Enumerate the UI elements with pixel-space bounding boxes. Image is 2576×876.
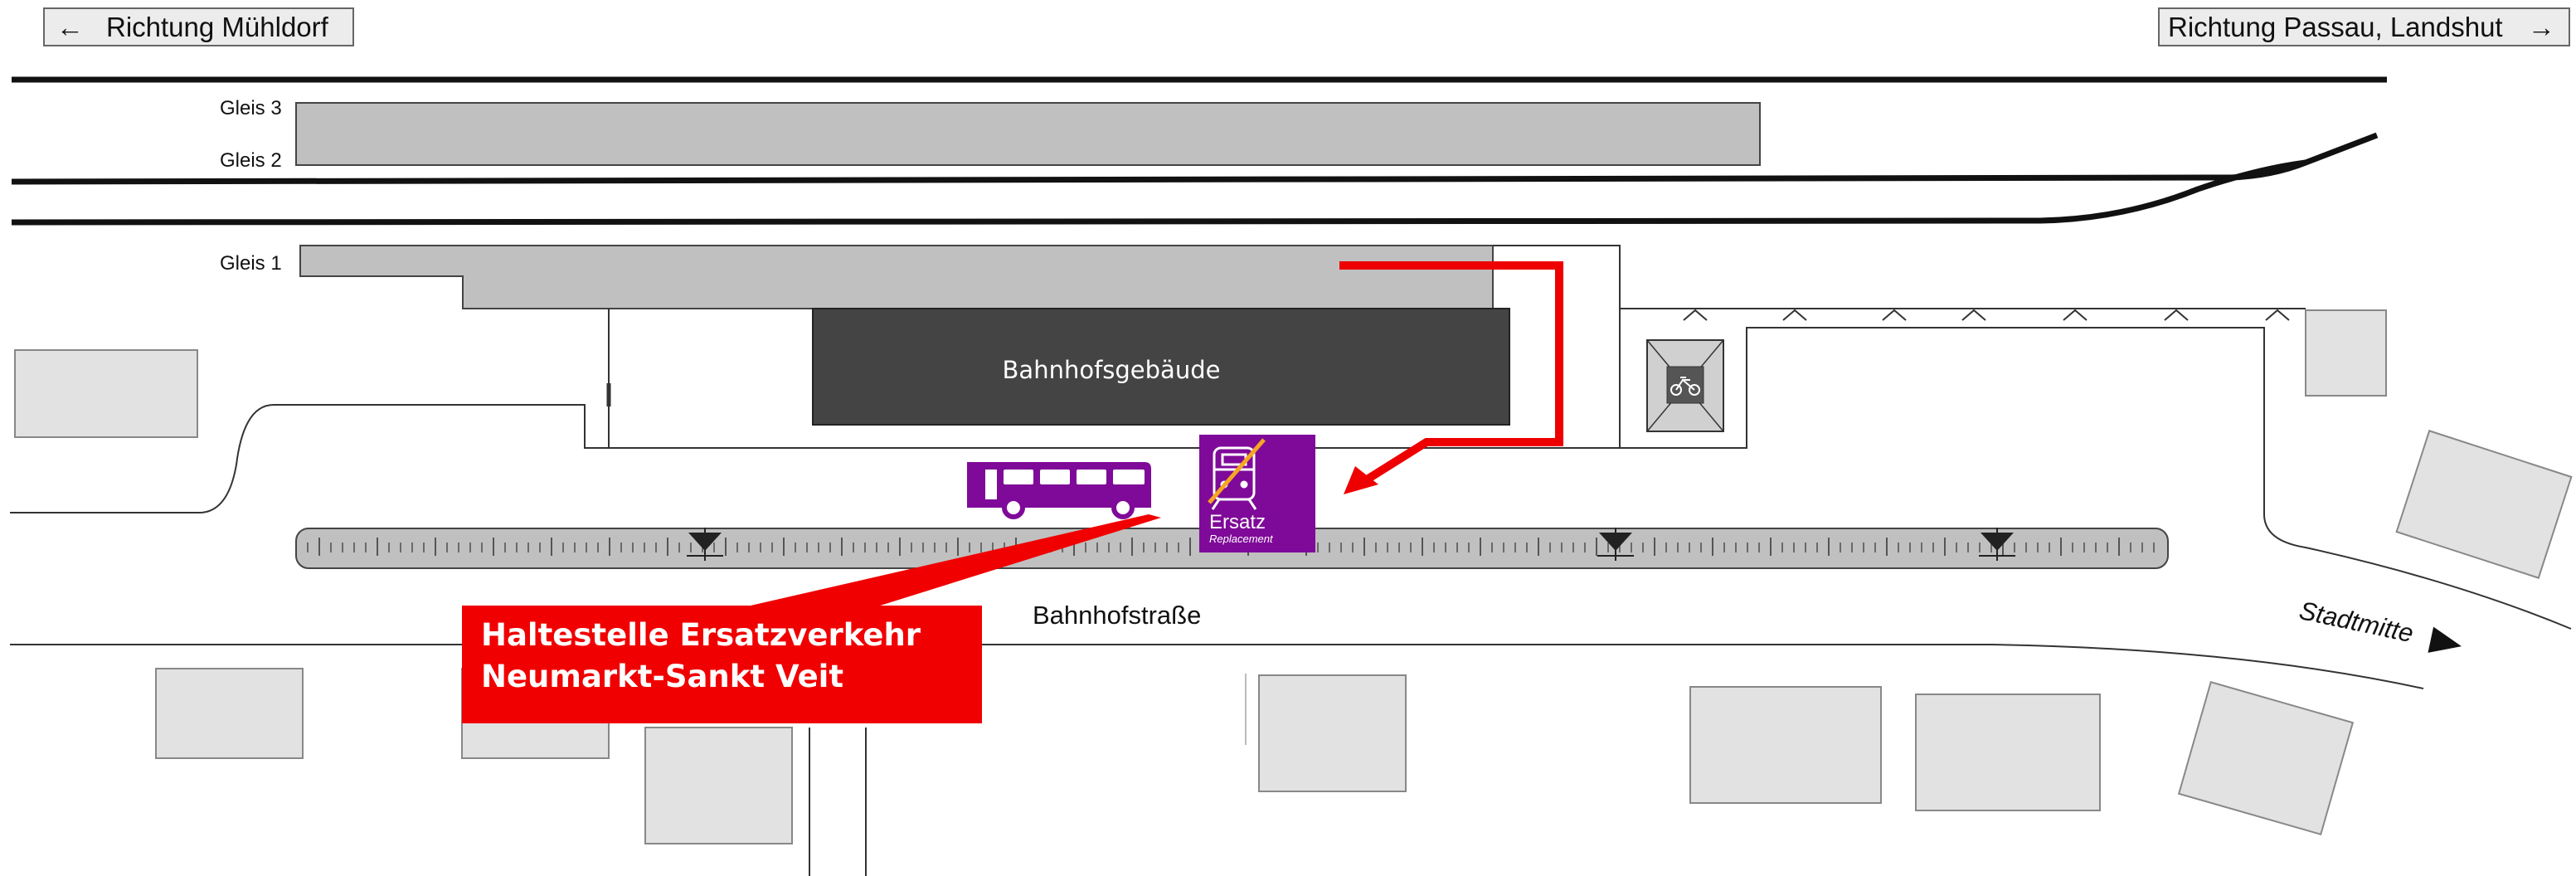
direction-sign-passau-landshut: Richtung Passau, Landshut → <box>2158 7 2570 46</box>
ersatz-label: Ersatz <box>1209 511 1266 533</box>
label-gleis-2: Gleis 2 <box>220 149 282 172</box>
direction-label-passau: Richtung Passau, Landshut <box>2168 12 2503 42</box>
street-label-bahnhofstrasse: Bahnhofstraße <box>1033 601 1201 630</box>
platform-gleis-2-3: Gleis 3 Gleis 2 <box>220 97 1761 172</box>
ersatz-replacement-sign: Ersatz Replacement <box>1199 435 1315 552</box>
direction-sign-muehldorf: ← Richtung Mühldorf <box>43 7 354 46</box>
stadtmitte-arrow-icon <box>2428 626 2462 653</box>
station-building-label: Bahnhofsgebäude <box>1003 356 1221 384</box>
right-arrow-icon: → <box>2528 12 2555 42</box>
platform-gleis-1: Gleis 1 <box>220 245 1494 309</box>
left-arrow-icon: ← <box>56 12 84 42</box>
bus-stop-title: Haltestelle Ersatzverkehr <box>481 617 921 653</box>
station-building: Bahnhofsgebäude <box>812 308 1510 426</box>
replacement-bus-stop-label: Haltestelle Ersatzverkehr Neumarkt-Sankt… <box>462 606 982 723</box>
stadtmitte-direction: Stadtmitte <box>2297 596 2462 653</box>
street-label-stadtmitte: Stadtmitte <box>2297 596 2416 648</box>
direction-label-muehldorf: Richtung Mühldorf <box>106 12 329 42</box>
label-gleis-1: Gleis 1 <box>220 252 282 275</box>
bicycle-parking <box>1646 339 1724 432</box>
ersatz-sublabel: Replacement <box>1209 533 1274 545</box>
label-gleis-3: Gleis 3 <box>220 97 282 119</box>
bus-icon <box>967 462 1151 519</box>
canopy-markers <box>1683 309 2290 321</box>
station-map: ← Richtung Mühldorf Richtung Passau, Lan… <box>10 7 2573 876</box>
bus-stop-location: Neumarkt-Sankt Veit <box>481 659 843 694</box>
